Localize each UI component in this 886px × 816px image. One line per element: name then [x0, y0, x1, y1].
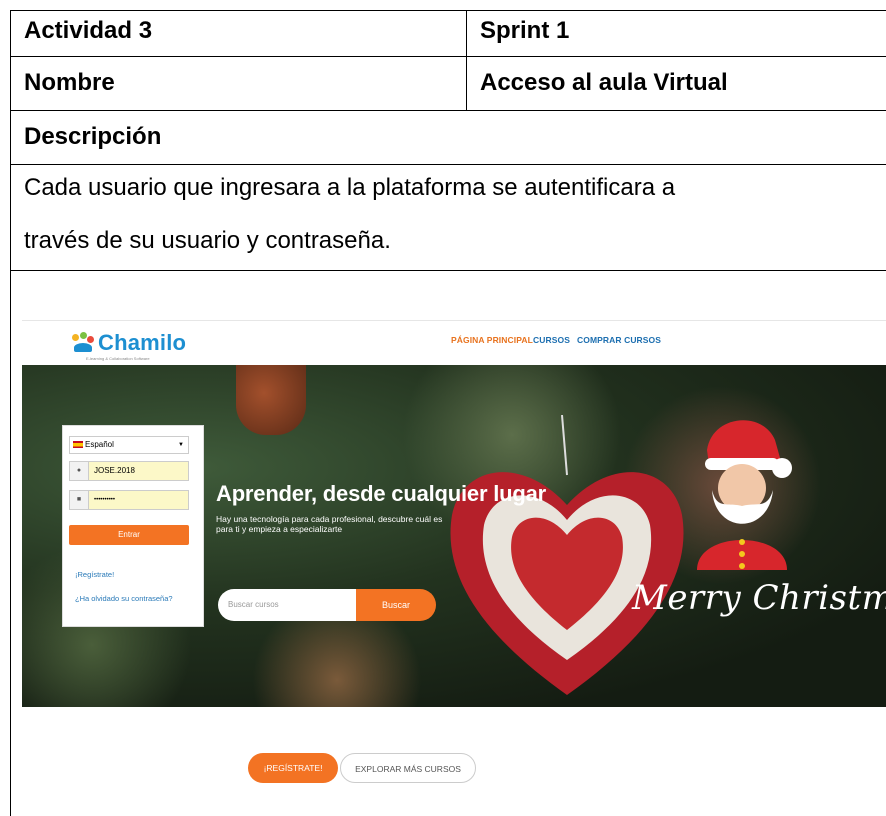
- login-button[interactable]: Entrar: [69, 525, 189, 545]
- logo-subtitle: E-learning & Collaboration Software: [86, 356, 150, 361]
- chamilo-logo[interactable]: Chamilo: [70, 328, 186, 358]
- username-value: JOSE.2018: [94, 466, 135, 475]
- table-row-divider: [10, 270, 886, 271]
- language-value: Español: [85, 440, 114, 449]
- sprint-label: Sprint 1: [480, 17, 570, 44]
- santa-icon: [697, 420, 792, 570]
- lock-icon: ■: [70, 491, 89, 509]
- descripcion-line-1: Cada usuario que ingresara a la platafor…: [24, 174, 676, 201]
- nav-buy-courses[interactable]: COMPRAR CURSOS: [577, 335, 661, 345]
- register-link[interactable]: ¡Regístrate!: [75, 570, 114, 579]
- hero-subtitle: Hay una tecnología para cada profesional…: [216, 514, 443, 534]
- user-icon: ●: [70, 462, 89, 480]
- table-row-divider: [10, 110, 886, 111]
- chamilo-screenshot: Chamilo E-learning & Collaboration Softw…: [22, 320, 886, 816]
- logo-figures-icon: [70, 332, 96, 354]
- course-search: Buscar cursos Buscar: [218, 589, 436, 621]
- table-column-divider: [466, 10, 467, 110]
- actividad-label: Actividad 3: [24, 17, 153, 44]
- caret-down-icon: ▼: [178, 442, 184, 448]
- heart-ornament-icon: [450, 415, 684, 695]
- table-row-divider: [10, 56, 886, 57]
- nav-home[interactable]: PÁGINA PRINCIPAL: [451, 335, 533, 345]
- nav-courses[interactable]: CURSOS: [533, 335, 570, 345]
- ornament-icon: [236, 365, 306, 435]
- nombre-value: Acceso al aula Virtual: [480, 69, 728, 96]
- descripcion-label: Descripción: [24, 123, 162, 150]
- header-divider: [22, 320, 886, 321]
- spain-flag-icon: [73, 441, 83, 449]
- hero-banner: Español ▼ ● JOSE.2018 ■ •••••••••• Entra…: [22, 365, 886, 707]
- username-field[interactable]: ● JOSE.2018: [69, 461, 189, 481]
- search-input[interactable]: Buscar cursos: [218, 589, 358, 621]
- table-border-top: [10, 10, 886, 11]
- search-button[interactable]: Buscar: [356, 589, 436, 621]
- table-row-divider: [10, 164, 886, 165]
- table-border-left: [10, 10, 11, 816]
- explore-courses-button[interactable]: EXPLORAR MÁS CURSOS: [340, 753, 476, 783]
- logo-text: Chamilo: [98, 330, 187, 355]
- forgot-password-link[interactable]: ¿Ha olvidado su contraseña?: [75, 594, 173, 603]
- login-box: Español ▼ ● JOSE.2018 ■ •••••••••• Entra…: [62, 425, 204, 627]
- descripcion-line-2: través de su usuario y contraseña.: [24, 227, 391, 254]
- language-select[interactable]: Español ▼: [69, 436, 189, 454]
- nombre-label: Nombre: [24, 69, 115, 96]
- hero-title: Aprender, desde cualquier lugar: [216, 481, 547, 506]
- password-field[interactable]: ■ ••••••••••: [69, 490, 189, 510]
- password-value: ••••••••••: [94, 497, 116, 503]
- merry-christmas-text: Merry Christmas!: [632, 578, 886, 618]
- register-cta-button[interactable]: ¡REGÍSTRATE!: [248, 753, 338, 783]
